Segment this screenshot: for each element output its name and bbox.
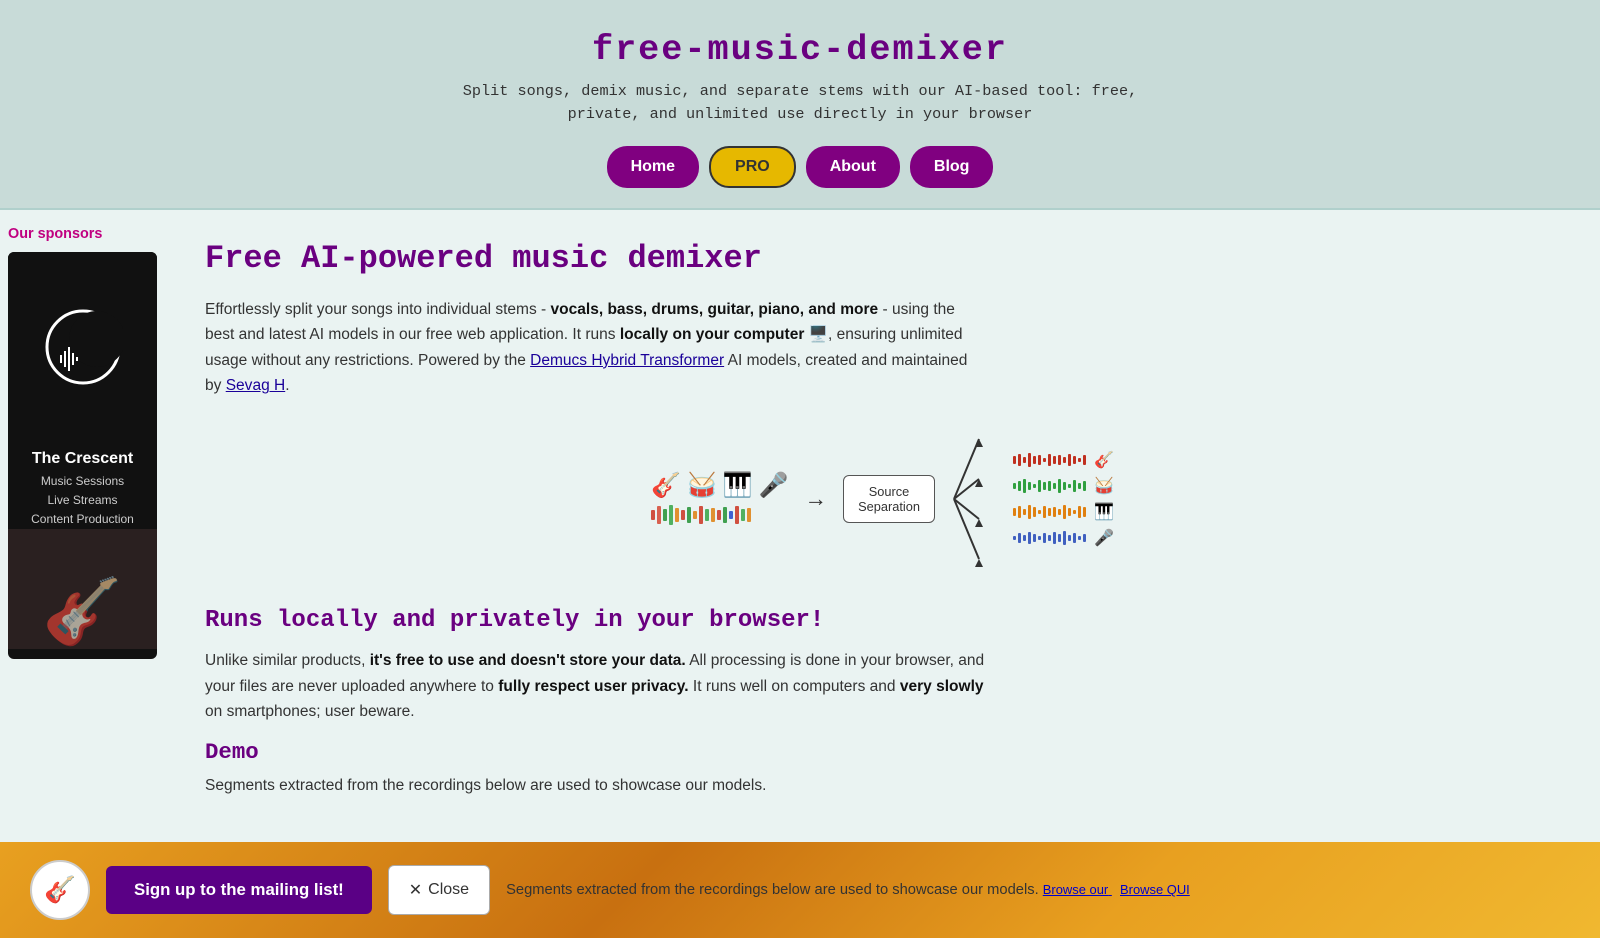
browse-qui-text: Browse QUI — [1120, 882, 1190, 897]
output-row-keyboard: 🎹 — [1013, 502, 1114, 522]
branching-arrow — [949, 419, 999, 579]
diagram-inputs: 🎸 🥁 🎹 🎤 — [651, 471, 789, 526]
guitar-icon: 🎸 — [651, 471, 681, 500]
close-label: Close — [428, 881, 469, 899]
drums-icon: 🥁 — [687, 471, 717, 500]
nav-about-button[interactable]: About — [806, 146, 900, 188]
demo-heading: Demo — [205, 739, 1560, 765]
main-heading: Free AI-powered music demixer — [205, 240, 1560, 277]
subheading-privacy: Runs locally and privately in your brows… — [205, 607, 1560, 634]
browse-link-text: Browse our — [1043, 882, 1108, 897]
privacy-end: on smartphones; user beware. — [205, 703, 415, 720]
bottom-bar: 🎸 Sign up to the mailing list! ✕ Close S… — [0, 842, 1600, 938]
privacy-bold2: fully respect user privacy. — [498, 678, 688, 695]
demo-paragraph: Segments extracted from the recordings b… — [205, 773, 985, 799]
sponsor-logo-icon — [43, 307, 123, 387]
diagram-input-row-1: 🎸 🥁 🎹 🎤 — [651, 471, 789, 500]
sevag-link[interactable]: Sevag H — [226, 377, 286, 394]
sponsor-card: The Crescent Music Sessions Live Streams… — [8, 252, 157, 660]
source-separation-diagram: 🎸 🥁 🎹 🎤 — [205, 419, 1560, 579]
mic-output-icon: 🎤 — [1094, 528, 1114, 548]
source-separation-box: SourceSeparation — [843, 475, 935, 523]
output-waveform-guitar — [1013, 453, 1088, 467]
demucs-link[interactable]: Demucs Hybrid Transformer — [530, 352, 724, 369]
sponsor-details: Music Sessions Live Streams Content Prod… — [8, 472, 157, 530]
bottom-text: Segments extracted from the recordings b… — [506, 882, 1570, 898]
nav-home-button[interactable]: Home — [607, 146, 699, 188]
mic-icon: 🎤 — [759, 471, 789, 500]
output-row-drums: 🥁 — [1013, 476, 1114, 496]
intro-paragraph: Effortlessly split your songs into indiv… — [205, 297, 985, 399]
privacy-intro: Unlike similar products, — [205, 652, 370, 669]
nav-pro-button[interactable]: PRO — [709, 146, 796, 188]
mailing-list-button[interactable]: Sign up to the mailing list! — [106, 866, 372, 914]
guitar-purple-icon: 🎸 — [44, 875, 76, 905]
main-content: Free AI-powered music demixer Effortless… — [165, 210, 1600, 843]
nav-blog-button[interactable]: Blog — [910, 146, 994, 188]
branch-arrows-svg — [949, 419, 999, 579]
sponsors-label: Our sponsors — [8, 226, 157, 242]
locally-bold: locally on your computer 🖥️ — [620, 326, 828, 343]
keyboard-output-icon: 🎹 — [1094, 502, 1114, 522]
site-subtitle: Split songs, demix music, and separate s… — [450, 80, 1150, 126]
intro-end: . — [285, 377, 289, 394]
diagram-input-waveform-row — [651, 504, 789, 526]
drums-output-icon: 🥁 — [1094, 476, 1114, 496]
nav-bar: Home PRO About Blog — [0, 146, 1600, 188]
main-layout: Our sponsors The Crescent Music Sessions — [0, 210, 1600, 843]
privacy-bold: it's free to use and doesn't store your … — [370, 652, 686, 669]
browse-qui-link[interactable]: Browse our — [1043, 882, 1112, 897]
site-title: free-music-demixer — [0, 30, 1600, 70]
keyboard-icon: 🎹 — [723, 471, 753, 500]
close-button[interactable]: ✕ Close — [388, 865, 490, 915]
output-row-mic: 🎤 — [1013, 528, 1114, 548]
demo-text: Segments extracted from the recordings b… — [205, 777, 766, 794]
diagram-outputs: 🎸 — [1013, 450, 1114, 548]
output-row-guitar: 🎸 — [1013, 450, 1114, 470]
privacy-paragraph: Unlike similar products, it's free to us… — [205, 648, 985, 725]
sponsor-photo — [8, 529, 157, 649]
sidebar: Our sponsors The Crescent Music Sessions — [0, 210, 165, 843]
arrow-to-box: → — [805, 486, 827, 512]
browse-qui-link-2[interactable]: Browse QUI — [1120, 882, 1190, 897]
site-header: free-music-demixer Split songs, demix mu… — [0, 0, 1600, 210]
sponsor-name: The Crescent — [8, 450, 157, 468]
guitar-output-icon: 🎸 — [1094, 450, 1114, 470]
intro-bold: vocals, bass, drums, guitar, piano, and … — [551, 301, 879, 318]
output-waveform-keyboard — [1013, 505, 1088, 519]
output-waveform-drums — [1013, 479, 1088, 493]
output-waveform-mic — [1013, 531, 1088, 545]
sponsor-image — [8, 252, 157, 442]
bottom-text-content: Segments extracted from the recordings b… — [506, 882, 1043, 898]
privacy-bold3: very slowly — [900, 678, 984, 695]
bottom-app-icon: 🎸 — [30, 860, 90, 920]
privacy-cont2: It runs well on computers and — [689, 678, 900, 695]
close-x-icon: ✕ — [409, 880, 422, 900]
intro-text-start: Effortlessly split your songs into indiv… — [205, 301, 551, 318]
input-waveform-svg — [651, 504, 751, 526]
